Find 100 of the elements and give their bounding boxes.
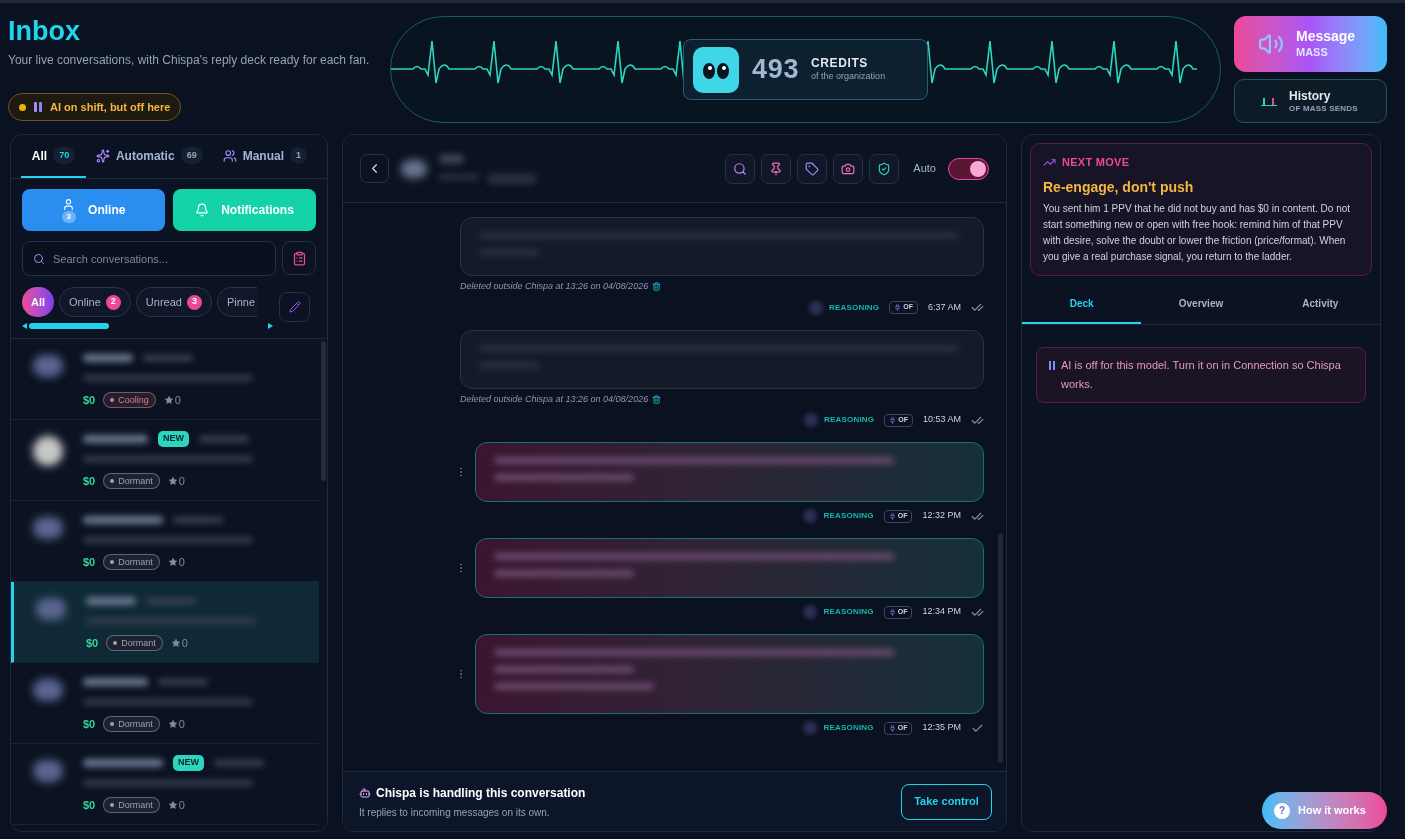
scroll-right-icon: [268, 323, 273, 329]
message-time: 12:32 PM: [922, 509, 961, 523]
avatar: [33, 355, 63, 377]
tag-button[interactable]: [797, 153, 828, 184]
next-move-label: NEXT MOVE: [1062, 155, 1130, 170]
ai-off-text: AI is off for this model. Turn it on in Connection so Chispa works.: [1061, 357, 1342, 392]
pin-button[interactable]: [761, 153, 792, 184]
filter-chip[interactable]: Unread 3: [135, 287, 212, 317]
history-button[interactable]: History OF MASS SENDS: [1234, 79, 1387, 123]
search-icon: [33, 253, 45, 265]
redacted-text: [487, 173, 537, 184]
inbox-tab[interactable]: Manual 1: [212, 135, 317, 178]
filter-chip[interactable]: All: [22, 287, 55, 317]
auto-label: Auto: [913, 161, 936, 177]
message-time: 12:35 PM: [922, 721, 961, 735]
inbox-tab[interactable]: Automatic 69: [85, 135, 213, 178]
panel-tab[interactable]: Overview: [1141, 285, 1261, 324]
handling-subtitle: It replies to incoming messages on its own.: [359, 805, 551, 820]
bell-icon: [195, 203, 210, 217]
amount: $0: [83, 798, 96, 813]
help-button[interactable]: ? How it works: [1262, 792, 1387, 829]
next-move-title: Re-engage, don't push: [1043, 177, 1195, 197]
conversation-row[interactable]: $0 Dormant 0: [11, 663, 319, 744]
avatar: [803, 509, 818, 523]
status-chip: Dormant: [103, 554, 160, 571]
pin-icon: [769, 161, 784, 176]
bar-chart-icon: [1261, 96, 1277, 106]
reasoning-tag: REASONING: [823, 722, 874, 734]
conversation-row[interactable]: $0 Dormant 0: [11, 582, 319, 663]
shield-button[interactable]: [869, 153, 900, 184]
amount: $0: [83, 555, 96, 570]
page-subtitle: Your live conversations, with Chispa's reply deck ready for each fan.: [8, 52, 370, 69]
help-icon: ?: [1274, 802, 1290, 819]
inbox-tab[interactable]: All 70: [21, 135, 86, 178]
scrollbar[interactable]: [320, 341, 326, 481]
redacted-text: [83, 354, 133, 362]
amount: $0: [83, 393, 96, 408]
panel-tab[interactable]: Deck: [1022, 285, 1142, 324]
tag-icon: [805, 161, 820, 176]
amount: $0: [83, 717, 96, 732]
megaphone-icon: [1258, 31, 1284, 57]
search-field[interactable]: Search conversations...: [22, 241, 276, 276]
avatar: [401, 159, 427, 178]
camera-icon: [841, 161, 856, 176]
redacted-text: [86, 597, 136, 605]
rating: 0: [167, 473, 185, 490]
pause-icon: [34, 102, 42, 112]
search-icon: [733, 161, 748, 176]
filter-chip[interactable]: Pinne: [216, 287, 258, 317]
robot-icon: [359, 786, 371, 799]
robot-face-icon: [692, 45, 740, 94]
rating: 0: [167, 554, 185, 571]
conversation-row[interactable]: NEW $0 Dormant 0: [11, 744, 319, 825]
trash-icon: [652, 394, 662, 404]
avatar: [33, 436, 63, 466]
avatar: [33, 517, 63, 539]
camera-button[interactable]: [833, 153, 864, 184]
person-icon: [62, 197, 76, 211]
new-badge: NEW: [173, 755, 204, 771]
people-icon: [222, 148, 237, 163]
clipboard-icon: [291, 250, 307, 266]
edit-button[interactable]: [279, 292, 310, 322]
conversation-row[interactable]: $0 Dormant 0: [11, 501, 319, 582]
reasoning-tag: REASONING: [829, 301, 880, 314]
panel-tab[interactable]: Activity: [1260, 285, 1380, 324]
redacted-text: [158, 679, 208, 685]
redacted-text: [146, 598, 196, 604]
handling-title: Chispa is handling this conversation: [376, 784, 586, 802]
take-control-button[interactable]: Take control: [901, 783, 992, 820]
conversation-row[interactable]: $0 Cooling 0: [11, 339, 319, 420]
scroll-left-icon: [22, 323, 27, 329]
pause-icon: [1049, 360, 1055, 370]
status-chip: Dormant: [103, 473, 160, 490]
status-badge: AI on shift, but off here: [8, 93, 182, 121]
redacted-text: [173, 517, 223, 523]
redacted-text: [83, 435, 148, 443]
message-time: 12:34 PM: [922, 605, 961, 619]
status-chip: Dormant: [106, 635, 163, 652]
clipboard-button[interactable]: [282, 241, 316, 275]
avatar: [33, 760, 63, 782]
deleted-note: Deleted outside Chispa at 13:26 on 04/08/2026: [460, 280, 649, 293]
page-title: Inbox: [8, 15, 80, 47]
credits-caption: of the organization: [811, 71, 886, 83]
message-time: 6:37 AM: [927, 300, 961, 314]
amount: $0: [83, 474, 96, 489]
avatar: [803, 605, 818, 619]
conversation-row[interactable]: NEW $0 Dormant 0: [11, 420, 319, 501]
filter-chip[interactable]: Online 2: [59, 287, 131, 317]
reasoning-tag: REASONING: [824, 414, 875, 426]
rating: 0: [167, 716, 185, 733]
deleted-note: Deleted outside Chispa at 13:26 on 04/08/2026: [460, 392, 649, 406]
scrollbar[interactable]: [998, 533, 1003, 763]
avatar: [809, 300, 823, 315]
avatar: [36, 598, 66, 620]
redacted-text: [199, 436, 249, 442]
status-chip: Dormant: [103, 797, 160, 814]
redacted-text: [143, 355, 193, 361]
search-button[interactable]: [725, 153, 756, 184]
reasoning-tag: REASONING: [823, 510, 874, 522]
auto-toggle[interactable]: [948, 157, 989, 180]
